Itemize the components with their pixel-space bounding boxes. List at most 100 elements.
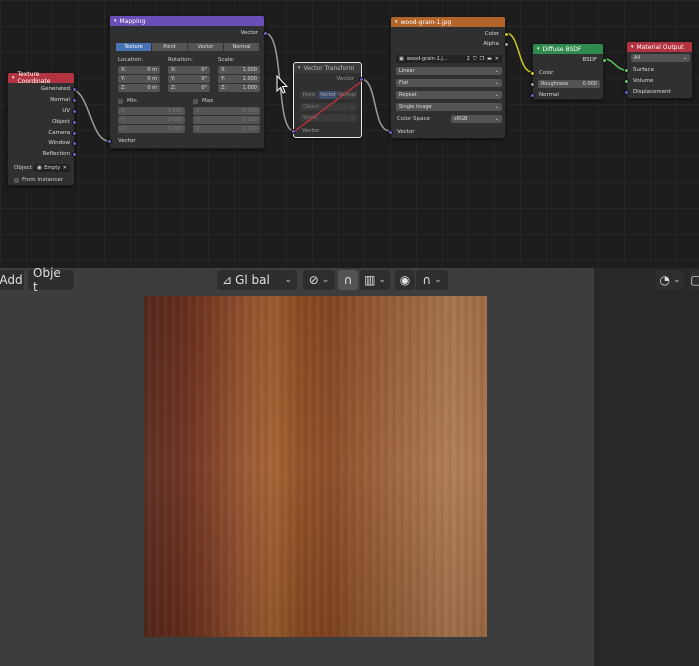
socket-color[interactable] [504,32,509,37]
socket-vector-out[interactable] [359,77,364,82]
projection-select[interactable]: Flat ⌄ [396,79,502,87]
min-y-field[interactable]: Y: 2.600 [118,116,185,124]
convert-to-select[interactable]: World ⌄ [300,114,357,122]
socket-bsdf[interactable] [602,58,607,63]
socket-vector-in[interactable] [388,130,393,135]
material-output-header[interactable]: ▾ Material Output [627,42,692,52]
chevron-down-icon: ⌄ [494,92,499,98]
chevron-down-icon: ⌄ [494,116,499,122]
tab-vector[interactable]: Vector [188,43,224,51]
socket-object[interactable] [72,120,77,125]
tab-normal[interactable]: Normal [338,91,357,99]
min-checkbox[interactable] [118,99,123,104]
collapse-chevron-icon[interactable]: ▾ [537,46,540,52]
max-x-field[interactable]: X: 8.400 [193,107,260,115]
diffuse-bsdf-node[interactable]: ▾ Diffuse BSDF BSDF Color Roughness 0.000… [530,43,607,100]
socket-reflection[interactable] [72,152,77,157]
texture-coordinate-header[interactable]: ▾ Texture Coordinate [8,71,74,85]
color-space-select[interactable]: sRGB ⌄ [451,115,502,123]
collapse-chevron-icon[interactable]: ▾ [631,44,634,50]
tab-point[interactable]: Point [300,91,319,99]
mapping-node[interactable]: ▾ Mapping Vector Texture Point Vector No… [107,15,268,149]
shader-node-editor[interactable]: ▾ Texture Coordinate Generated Normal UV… [0,0,699,268]
vector-transform-node[interactable]: ▾ Vector Transform Vector Point Vector N… [291,62,364,138]
object-menu[interactable]: Obje t [28,266,74,294]
proportional-editing-toggle[interactable]: ◉ [395,270,415,290]
add-menu[interactable]: Add [0,270,24,290]
scale-y-field[interactable]: Y: 1.000 [218,75,260,83]
user-count[interactable]: 2 [467,56,470,62]
transform-orientation-select[interactable]: ⊿ Gl bal ⌄ [217,270,297,290]
socket-surface-in[interactable] [624,68,629,73]
vector-transform-header[interactable]: ▾ Vector Transform [294,63,361,73]
source-select[interactable]: Single Image ⌄ [396,103,502,111]
socket-window[interactable] [72,141,77,146]
socket-vector-in[interactable] [291,129,296,134]
socket-normal[interactable] [72,98,77,103]
socket-color-in[interactable] [530,71,535,76]
mapping-header[interactable]: ▾ Mapping [110,16,264,26]
location-z-field[interactable]: Z: 0 m [118,84,160,92]
socket-generated[interactable] [72,87,77,92]
roughness-field[interactable]: Roughness 0.000 [538,80,600,88]
tab-normal[interactable]: Normal [224,43,260,51]
visibility-select[interactable]: ◔ ⌄ [656,270,684,290]
tab-vector[interactable]: Vector [319,91,338,99]
output-normal: Normal [50,97,70,103]
socket-roughness-in[interactable] [530,82,535,87]
min-z-field[interactable]: Z: 0.000 [118,125,185,133]
duplicate-icon[interactable]: ❐ [480,56,484,62]
texture-coordinate-node[interactable]: ▾ Texture Coordinate Generated Normal UV… [7,71,77,186]
scale-x-field[interactable]: X: 1.000 [218,66,260,74]
input-vector: Vector [118,138,136,144]
tab-texture[interactable]: Texture [116,43,152,51]
socket-uv[interactable] [72,109,77,114]
rotation-z-field[interactable]: Z: 0° [168,84,210,92]
folder-icon[interactable]: ▬ [487,56,492,62]
extension-select[interactable]: Repeat ⌄ [396,91,502,99]
pivot-point-select[interactable]: ⊘ ⌄ [303,270,335,290]
socket-displacement-in[interactable] [624,90,629,95]
snap-target-select[interactable]: ▥ ⌄ [360,270,390,290]
location-x-field[interactable]: X: 0 m [118,66,160,74]
max-checkbox[interactable] [193,99,198,104]
proportional-falloff-select[interactable]: ∩ ⌄ [416,270,448,290]
image-selector[interactable]: ▣ wood-grain-1.j... 2 ⛉ ❐ ▬ ✕ [396,55,502,63]
socket-alpha[interactable] [504,42,509,47]
image-texture-node[interactable]: ▾ wood-grain-1.jpg Color Alpha ▣ wood-gr… [388,16,509,139]
object-picker[interactable]: ▣ Empty ✕ [34,164,70,172]
clear-icon[interactable]: ✕ [63,165,67,171]
location-y-field[interactable]: Y: 0 m [118,75,160,83]
socket-vector-in[interactable] [107,139,112,144]
rotation-x-field[interactable]: X: 0° [168,66,210,74]
rotation-y-field[interactable]: Y: 0° [168,75,210,83]
collapse-chevron-icon[interactable]: ▾ [298,65,301,71]
interpolation-select[interactable]: Linear ⌄ [396,67,502,75]
collapse-chevron-icon[interactable]: ▾ [12,75,15,81]
image-texture-header[interactable]: ▾ wood-grain-1.jpg [391,17,505,27]
collapse-chevron-icon[interactable]: ▾ [114,18,117,24]
diffuse-bsdf-header[interactable]: ▾ Diffuse BSDF [533,44,603,54]
convert-from-select[interactable]: Object ⌄ [300,103,357,111]
output-camera: Camera [48,130,70,136]
3d-viewport[interactable]: Add Obje t ⊿ Gl bal ⌄ ⊘ ⌄ ∩ ▥ ⌄ ◉ ∩ ⌄ [0,266,594,666]
overlay-toggle[interactable]: ▢ [689,270,699,290]
socket-normal-in[interactable] [530,93,535,98]
tab-point[interactable]: Point [152,43,188,51]
scale-z-field[interactable]: Z: 1.000 [218,84,260,92]
material-output-node[interactable]: ▾ Material Output All ⌄ Surface Volume Di… [624,41,693,99]
snap-toggle[interactable]: ∩ [338,270,358,290]
max-y-field[interactable]: Y: 1.000 [193,116,260,124]
socket-vector-out[interactable] [263,31,268,36]
eye-icon: ◔ [659,273,670,287]
max-z-field[interactable]: Z: 1.000 [193,125,260,133]
textured-plane[interactable] [144,296,487,637]
min-x-field[interactable]: X: 1.800 [118,107,185,115]
unlink-icon[interactable]: ✕ [495,56,499,62]
target-select[interactable]: All ⌄ [631,54,690,62]
collapse-chevron-icon[interactable]: ▾ [395,19,398,25]
socket-camera[interactable] [72,131,77,136]
from-instancer-checkbox[interactable] [14,178,19,183]
shield-icon[interactable]: ⛉ [473,56,477,62]
socket-volume-in[interactable] [624,79,629,84]
